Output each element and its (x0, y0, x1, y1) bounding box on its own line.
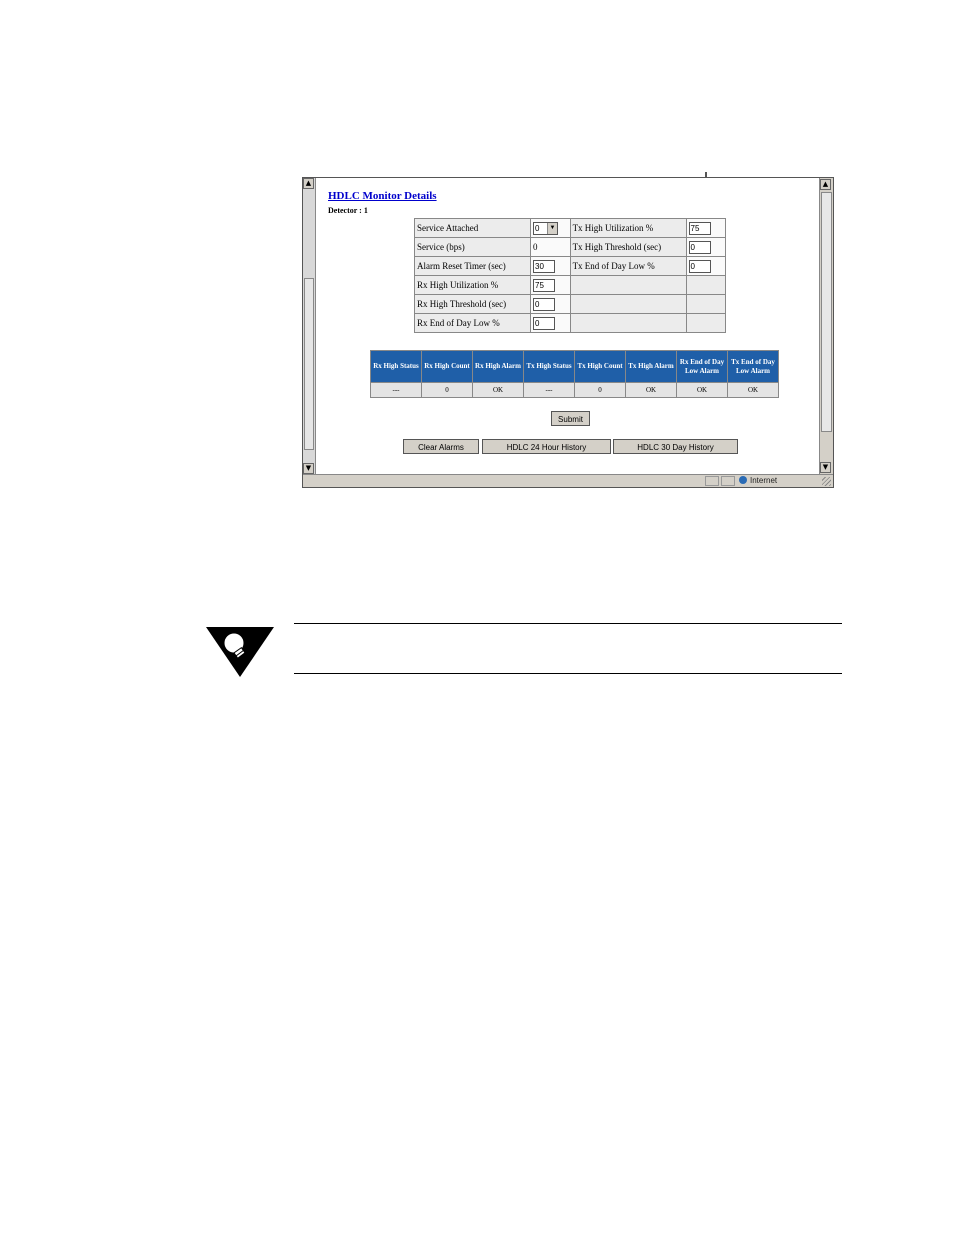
table-row: --- 0 OK --- 0 OK OK OK (370, 382, 779, 398)
table-row: Rx High Threshold (sec) 0 (414, 294, 727, 314)
right-scroll-thumb[interactable] (821, 192, 832, 432)
empty-cell (685, 275, 727, 295)
setting-value-cell: 30 (530, 256, 571, 276)
empty-cell (569, 294, 687, 314)
security-zone: Internet (739, 475, 777, 486)
setting-label: Tx End of Day Low % (569, 256, 687, 276)
page-content: HDLC Monitor Details Detector : 1 Servic… (316, 178, 819, 474)
alarm-cell: --- (523, 382, 575, 398)
setting-label: Service (bps) (414, 237, 531, 257)
scroll-up-arrow-icon[interactable]: ▲ (303, 178, 314, 189)
alarm-cell: --- (370, 382, 422, 398)
globe-icon (739, 476, 747, 484)
empty-cell (569, 275, 687, 295)
status-segment (721, 476, 735, 486)
alarm-cell: OK (676, 382, 728, 398)
setting-label: Tx High Utilization % (569, 218, 687, 238)
column-header: Tx End of Day Low Alarm (727, 350, 779, 383)
table-row: Rx End of Day Low % 0 (414, 313, 727, 333)
setting-value-cell: 0 (530, 313, 571, 333)
setting-label: Rx End of Day Low % (414, 313, 531, 333)
chevron-down-icon[interactable]: ▼ (547, 222, 557, 234)
setting-value-cell: 75 (685, 218, 727, 238)
rx-high-utilization-input[interactable]: 75 (533, 278, 555, 292)
empty-cell (685, 313, 727, 333)
tx-high-threshold-input[interactable]: 0 (688, 240, 711, 254)
status-bar: Internet (303, 474, 833, 487)
setting-value-cell: 0 (685, 237, 727, 257)
status-segment (705, 476, 719, 486)
right-scrollbar[interactable]: ▲ ▼ (819, 178, 833, 474)
setting-label: Rx High Threshold (sec) (414, 294, 531, 314)
zone-label: Internet (750, 476, 778, 485)
note-bottom-rule (294, 673, 842, 674)
alarm-header-row: Rx High Status Rx High Count Rx High Ala… (370, 350, 779, 383)
column-header: Rx End of Day Low Alarm (676, 350, 728, 383)
empty-cell (685, 294, 727, 314)
column-header: Rx High Alarm (472, 350, 524, 383)
setting-value-cell: 75 (530, 275, 571, 295)
table-row: Alarm Reset Timer (sec) 30 Tx End of Day… (414, 256, 727, 276)
rx-end-of-day-low-input[interactable]: 0 (533, 316, 555, 330)
alarm-reset-timer-input[interactable]: 30 (533, 259, 555, 273)
browser-window: ▲ ▼ ▲ ▼ HDLC Monitor Details Detector : … (302, 177, 834, 488)
clear-alarms-button[interactable]: Clear Alarms (403, 439, 479, 454)
setting-value-cell: 0 ▼ (530, 218, 571, 238)
settings-table: Service Attached 0 ▼ Tx High Utilization … (414, 218, 727, 333)
detector-label: Detector : 1 (328, 206, 368, 215)
setting-label: Rx High Utilization % (414, 275, 531, 295)
column-header: Rx High Count (421, 350, 473, 383)
column-header: Tx High Status (523, 350, 575, 383)
setting-label: Tx High Threshold (sec) (569, 237, 687, 257)
lightbulb-note-icon (206, 627, 274, 677)
setting-value-cell: 0 (685, 256, 727, 276)
hdlc-30-day-history-button[interactable]: HDLC 30 Day History (613, 439, 738, 454)
page-title[interactable]: HDLC Monitor Details (328, 190, 437, 202)
tx-end-of-day-low-input[interactable]: 0 (688, 259, 711, 273)
scroll-down-arrow-icon[interactable]: ▼ (820, 462, 831, 473)
column-header: Tx High Count (574, 350, 626, 383)
table-row: Service (bps) 0 Tx High Threshold (sec) … (414, 237, 727, 257)
alarm-cell: OK (472, 382, 524, 398)
alarm-cell: 0 (574, 382, 626, 398)
service-bps-value: 0 (530, 237, 571, 257)
left-scroll-thumb[interactable] (304, 278, 314, 450)
alarm-cell: OK (625, 382, 677, 398)
tx-high-utilization-input[interactable]: 75 (688, 221, 711, 235)
empty-cell (569, 313, 687, 333)
alarm-cell: 0 (421, 382, 473, 398)
table-row: Rx High Utilization % 75 (414, 275, 727, 295)
service-attached-select[interactable]: 0 ▼ (533, 221, 558, 235)
column-header: Rx High Status (370, 350, 422, 383)
rx-high-threshold-input[interactable]: 0 (533, 297, 555, 311)
column-header: Tx High Alarm (625, 350, 677, 383)
setting-value-cell: 0 (530, 294, 571, 314)
alarm-status-table: Rx High Status Rx High Count Rx High Ala… (370, 350, 779, 398)
setting-label: Service Attached (414, 218, 531, 238)
scroll-up-arrow-icon[interactable]: ▲ (820, 179, 831, 190)
alarm-cell: OK (727, 382, 779, 398)
table-row: Service Attached 0 ▼ Tx High Utilization … (414, 218, 727, 238)
setting-label: Alarm Reset Timer (sec) (414, 256, 531, 276)
resize-grip-icon[interactable] (822, 477, 831, 486)
scroll-down-arrow-icon[interactable]: ▼ (303, 463, 314, 474)
left-frame-scrollbar[interactable]: ▲ ▼ (303, 178, 316, 474)
hdlc-24-hour-history-button[interactable]: HDLC 24 Hour History (482, 439, 611, 454)
submit-button[interactable]: Submit (551, 411, 590, 426)
note-top-rule (294, 623, 842, 624)
